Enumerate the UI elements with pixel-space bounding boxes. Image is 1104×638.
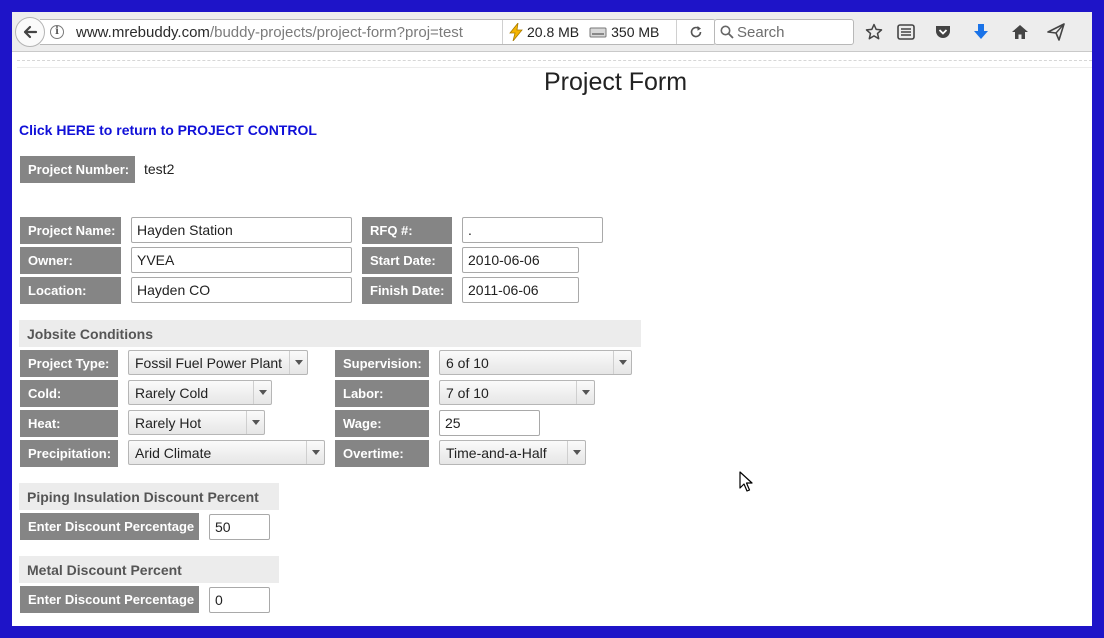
divider (17, 60, 1092, 61)
chevron-down-icon (253, 381, 271, 404)
chevron-down-icon (306, 441, 324, 464)
finish-date-label: Finish Date: (362, 277, 452, 304)
project-type-label: Project Type: (20, 350, 118, 377)
piping-discount-heading: Piping Insulation Discount Percent (19, 483, 279, 510)
jobsite-conditions-heading: Jobsite Conditions (19, 320, 641, 347)
labor-label: Labor: (335, 380, 429, 407)
project-name-label: Project Name: (20, 217, 121, 244)
wage-label: Wage: (335, 410, 429, 437)
disk-usage: 350 MB (611, 24, 660, 40)
cold-label: Cold: (20, 380, 118, 407)
disk-icon (589, 27, 607, 38)
overtime-label: Overtime: (335, 440, 429, 467)
overtime-value: Time-and-a-Half (446, 444, 547, 461)
browser-window: i www.mrebuddy.com/buddy-projects/projec… (12, 12, 1092, 626)
cold-value: Rarely Cold (135, 384, 209, 401)
location-label: Location: (20, 277, 121, 304)
piping-discount-input[interactable] (209, 514, 270, 540)
memory-indicator[interactable]: 20.8 MB 350 MB (502, 20, 668, 44)
project-number-label: Project Number: (20, 156, 135, 183)
rfq-input[interactable] (462, 217, 603, 243)
metal-discount-heading: Metal Discount Percent (19, 556, 279, 583)
labor-value: 7 of 10 (446, 384, 489, 401)
project-type-value: Fossil Fuel Power Plant (135, 354, 283, 371)
reader-list-icon[interactable] (895, 21, 917, 43)
chevron-down-icon (576, 381, 594, 404)
search-bar[interactable] (714, 19, 854, 45)
page-title: Project Form (544, 68, 688, 96)
wage-input[interactable] (439, 410, 540, 436)
lightning-icon (509, 23, 523, 41)
project-name-input[interactable] (131, 217, 352, 243)
rfq-label: RFQ #: (362, 217, 452, 244)
download-icon[interactable] (970, 21, 992, 43)
back-arrow-icon (23, 25, 38, 39)
chevron-down-icon (613, 351, 631, 374)
precipitation-label: Precipitation: (20, 440, 118, 467)
project-number-value: test2 (144, 161, 175, 177)
home-icon[interactable] (1009, 21, 1031, 43)
pocket-icon[interactable] (932, 21, 954, 43)
supervision-value: 6 of 10 (446, 354, 489, 371)
heat-label: Heat: (20, 410, 118, 437)
url-text[interactable]: www.mrebuddy.com/buddy-projects/project-… (76, 24, 484, 41)
browser-toolbar: i www.mrebuddy.com/buddy-projects/projec… (12, 12, 1092, 52)
mouse-cursor-icon (739, 471, 753, 492)
labor-select[interactable]: 7 of 10 (439, 380, 595, 405)
send-icon[interactable] (1045, 21, 1067, 43)
location-input[interactable] (131, 277, 352, 303)
search-icon (720, 25, 734, 39)
finish-date-input[interactable] (462, 277, 579, 303)
heat-select[interactable]: Rarely Hot (128, 410, 265, 435)
project-type-select[interactable]: Fossil Fuel Power Plant (128, 350, 308, 375)
back-button[interactable] (15, 17, 45, 47)
start-date-label: Start Date: (362, 247, 452, 274)
overtime-select[interactable]: Time-and-a-Half (439, 440, 586, 465)
reload-button[interactable] (676, 20, 714, 44)
piping-discount-label: Enter Discount Percentage (20, 513, 199, 540)
metal-discount-label: Enter Discount Percentage (20, 586, 199, 613)
memory-usage: 20.8 MB (527, 24, 580, 40)
supervision-select[interactable]: 6 of 10 (439, 350, 632, 375)
chevron-down-icon (246, 411, 264, 434)
heat-value: Rarely Hot (135, 414, 202, 431)
reload-icon (690, 26, 701, 38)
chevron-down-icon (289, 351, 307, 374)
url-host: www.mrebuddy.com (76, 24, 210, 41)
metal-discount-input[interactable] (209, 587, 270, 613)
start-date-input[interactable] (462, 247, 579, 273)
owner-input[interactable] (131, 247, 352, 273)
precipitation-select[interactable]: Arid Climate (128, 440, 325, 465)
cold-select[interactable]: Rarely Cold (128, 380, 272, 405)
owner-label: Owner: (20, 247, 121, 274)
bookmark-star-icon[interactable] (863, 21, 885, 43)
chevron-down-icon (567, 441, 585, 464)
return-to-project-control-link[interactable]: Click HERE to return to PROJECT CONTROL (19, 122, 317, 138)
info-icon[interactable]: i (50, 25, 64, 39)
precipitation-value: Arid Climate (135, 444, 212, 461)
search-input[interactable] (737, 22, 849, 42)
url-bar[interactable]: i www.mrebuddy.com/buddy-projects/projec… (40, 19, 716, 45)
page-content: Project Form Click HERE to return to PRO… (12, 53, 1092, 626)
url-path: /buddy-projects/project-form?proj=test (209, 24, 463, 41)
supervision-label: Supervision: (335, 350, 429, 377)
